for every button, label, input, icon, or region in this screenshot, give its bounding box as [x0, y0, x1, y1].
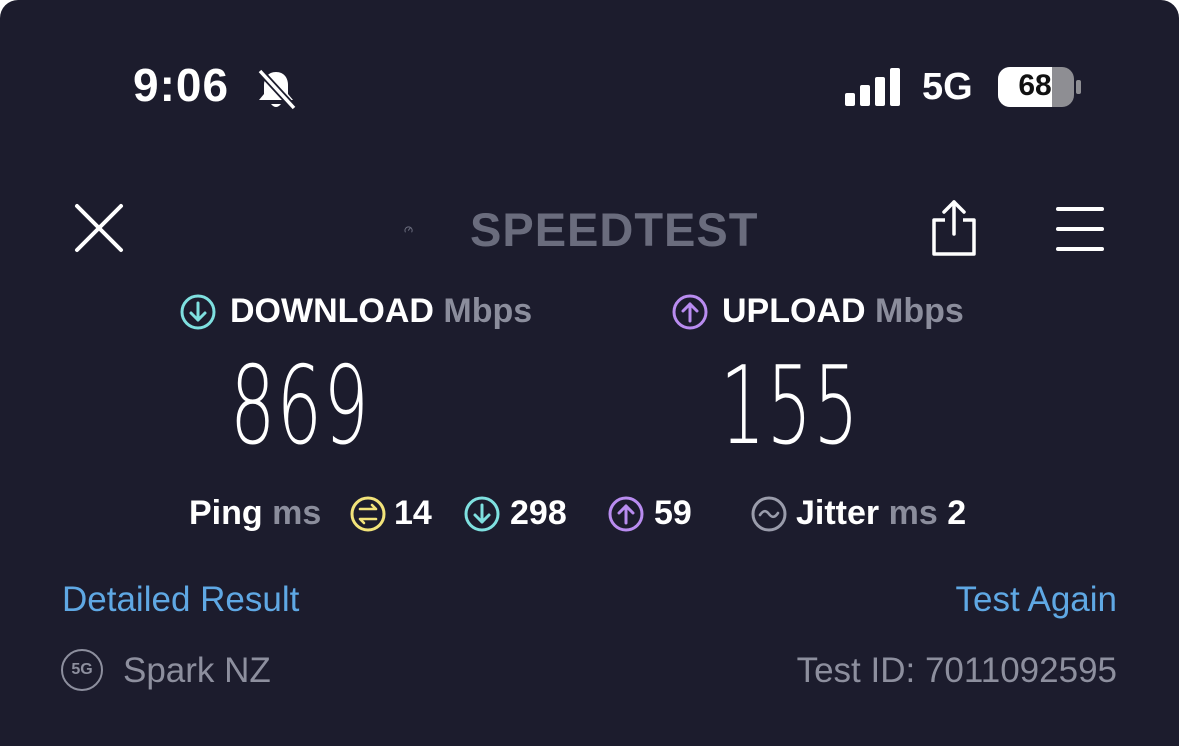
cell-signal-icon: [845, 68, 900, 106]
speedtest-gauge-icon: [404, 226, 413, 233]
jitter-heading: Jitter ms 2: [796, 494, 966, 533]
status-time: 9:06: [133, 59, 230, 111]
silent-bell-icon: [257, 68, 297, 111]
network-5g-badge: 5G: [61, 649, 103, 691]
upload-label: UPLOAD: [722, 292, 866, 330]
ping-heading: Ping ms: [189, 494, 321, 533]
download-value: 869: [230, 344, 371, 469]
jitter-label: Jitter: [796, 494, 880, 532]
test-again-link[interactable]: Test Again: [956, 580, 1118, 620]
speedtest-result-screen: 9:06 5G 68 SPEEDTEST DOWNLOAD Mbps 869 U…: [0, 0, 1179, 746]
ping-upload-icon: [608, 496, 644, 532]
upload-unit: Mbps: [875, 292, 964, 330]
upload-heading: UPLOAD Mbps: [722, 292, 964, 331]
jitter-value: 2: [947, 494, 967, 532]
ping-download-icon: [464, 496, 500, 532]
download-arrow-icon: [180, 294, 216, 330]
ping-unit: ms: [272, 494, 322, 532]
download-label: DOWNLOAD: [230, 292, 434, 330]
jitter-unit: ms: [888, 494, 938, 532]
idle-latency-icon: [350, 496, 386, 532]
test-id: Test ID: 7011092595: [796, 651, 1117, 690]
battery-level: 68: [1018, 69, 1052, 102]
upload-arrow-icon: [672, 294, 708, 330]
ping-download-value: 298: [510, 494, 567, 532]
ping-idle-value: 14: [394, 494, 432, 532]
download-heading: DOWNLOAD Mbps: [230, 292, 532, 331]
menu-icon[interactable]: [1056, 206, 1104, 252]
upload-value: 155: [720, 344, 861, 469]
ping-label: Ping: [189, 494, 263, 532]
network-type: 5G: [922, 66, 973, 108]
ping-upload-value: 59: [654, 494, 692, 532]
close-icon[interactable]: [74, 203, 124, 253]
download-unit: Mbps: [443, 292, 533, 330]
speedtest-logo-text: SPEEDTEST: [470, 203, 759, 256]
jitter-wave-icon: [751, 496, 787, 532]
share-icon[interactable]: [930, 198, 978, 258]
detailed-result-link[interactable]: Detailed Result: [62, 580, 299, 620]
provider-name: Spark NZ: [123, 651, 271, 690]
